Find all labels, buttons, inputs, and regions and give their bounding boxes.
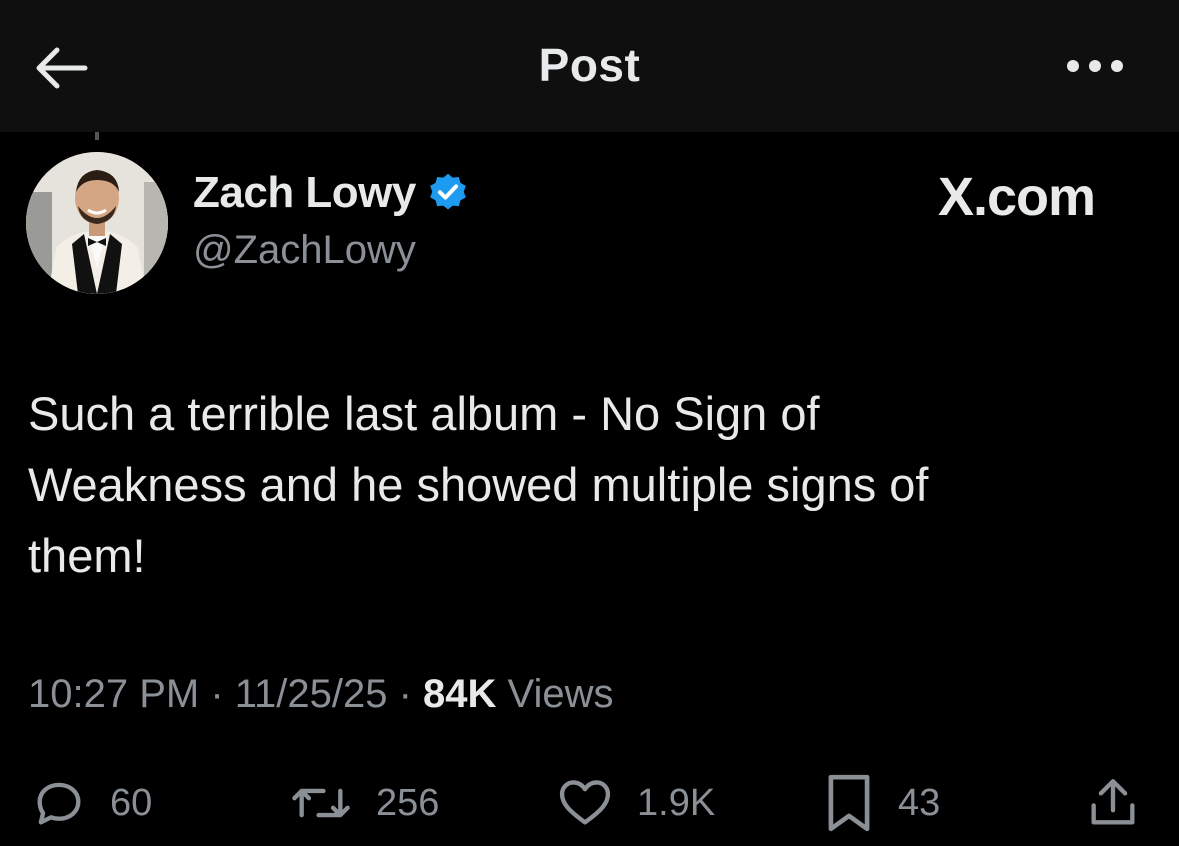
like-count: 1.9K — [637, 781, 716, 824]
reply-icon — [37, 782, 81, 825]
more-options-button[interactable] — [1062, 46, 1128, 86]
post-metadata: 10:27 PM · 11/25/25 · 84K Views — [28, 672, 614, 717]
post-text-line: Weakness and he showed multiple signs of — [28, 458, 929, 511]
source-watermark: X.com — [938, 167, 1096, 227]
verified-badge-icon[interactable] — [426, 171, 470, 215]
bookmark-icon — [828, 774, 870, 832]
post-time[interactable]: 10:27 PM — [28, 672, 199, 716]
author-name[interactable]: Zach Lowy — [193, 168, 416, 218]
share-button[interactable] — [1084, 770, 1142, 836]
reply-button[interactable]: 60 — [30, 770, 152, 836]
bookmark-button[interactable]: 43 — [822, 770, 940, 836]
share-icon — [1091, 779, 1135, 825]
repost-icon — [292, 788, 350, 818]
post-text: Such a terrible last album - No Sign of … — [28, 378, 1138, 591]
more-icon — [1067, 60, 1123, 72]
meta-separator: · — [387, 672, 424, 716]
views-label: Views — [496, 672, 614, 716]
page-title: Post — [538, 39, 641, 91]
post-text-line: them! — [28, 529, 146, 582]
repost-count: 256 — [376, 781, 440, 824]
like-icon — [559, 780, 611, 825]
thread-connector — [95, 132, 99, 140]
repost-button[interactable]: 256 — [288, 770, 439, 836]
action-bar: 60 256 1.9K 43 — [0, 770, 1179, 836]
avatar-image — [26, 152, 168, 294]
author-handle[interactable]: @ZachLowy — [193, 228, 416, 273]
post-text-line: Such a terrible last album - No Sign of — [28, 387, 820, 440]
post-date[interactable]: 11/25/25 — [235, 672, 388, 716]
views-count[interactable]: 84K — [423, 672, 496, 716]
avatar[interactable] — [26, 152, 168, 294]
meta-separator: · — [199, 672, 235, 716]
top-bar: Post — [0, 0, 1179, 132]
bookmark-count: 43 — [898, 781, 941, 824]
author-name-row: Zach Lowy — [193, 168, 470, 218]
reply-count: 60 — [110, 781, 153, 824]
like-button[interactable]: 1.9K — [555, 770, 715, 836]
